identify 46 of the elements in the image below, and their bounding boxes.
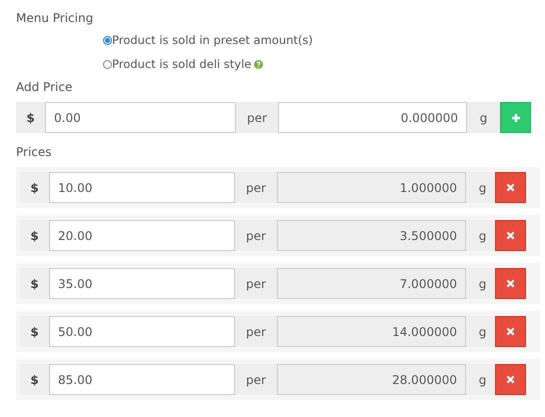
per-label: per <box>235 220 277 251</box>
unit-label: g <box>467 102 500 133</box>
amount-input[interactable]: 0.000000 <box>278 102 467 133</box>
amount-input[interactable]: 14.000000 <box>277 316 466 347</box>
currency-label: $ <box>20 268 49 299</box>
field-label: Add Price <box>16 79 74 96</box>
amount-input[interactable]: 7.000000 <box>277 268 466 299</box>
section-heading: Menu Pricing <box>16 10 94 27</box>
radio-label: Product is sold deli style <box>112 57 252 71</box>
plus-icon <box>510 112 520 122</box>
amount-input[interactable]: 3.500000 <box>277 220 466 251</box>
close-icon <box>506 183 515 192</box>
currency-label: $ <box>16 102 45 133</box>
amount-input[interactable]: 1.000000 <box>277 172 466 203</box>
per-label: per <box>235 364 277 395</box>
price-input[interactable]: 50.00 <box>49 316 235 347</box>
field-label: Prices <box>16 144 53 161</box>
close-icon <box>506 375 515 384</box>
delete-button[interactable] <box>495 316 526 347</box>
currency-label: $ <box>20 172 49 203</box>
delete-button[interactable] <box>495 220 526 251</box>
per-label: per <box>236 102 278 133</box>
close-icon <box>506 279 515 288</box>
price-input[interactable]: 20.00 <box>49 220 235 251</box>
radio-option[interactable]: Product is sold deli style <box>103 56 535 72</box>
add-button[interactable] <box>500 102 531 133</box>
price-input[interactable]: 0.00 <box>45 102 236 133</box>
radio-label: Product is sold in preset amount(s) <box>112 33 313 47</box>
per-label: per <box>235 172 277 203</box>
radio-option[interactable]: Product is sold in preset amount(s) <box>103 32 535 48</box>
price-input[interactable]: 10.00 <box>49 172 235 203</box>
amount-input[interactable]: 28.000000 <box>277 364 466 395</box>
currency-label: $ <box>20 220 49 251</box>
radio-button[interactable] <box>103 60 112 68</box>
delete-button[interactable] <box>495 172 526 203</box>
close-icon <box>506 327 515 336</box>
per-label: per <box>235 268 277 299</box>
per-label: per <box>235 316 277 347</box>
radio-button[interactable] <box>103 36 112 44</box>
delete-button[interactable] <box>495 268 526 299</box>
currency-label: $ <box>20 364 49 395</box>
currency-label: $ <box>20 316 49 347</box>
close-icon <box>506 231 515 240</box>
price-input[interactable]: 35.00 <box>49 268 235 299</box>
delete-button[interactable] <box>495 364 526 395</box>
price-input[interactable]: 85.00 <box>49 364 235 395</box>
